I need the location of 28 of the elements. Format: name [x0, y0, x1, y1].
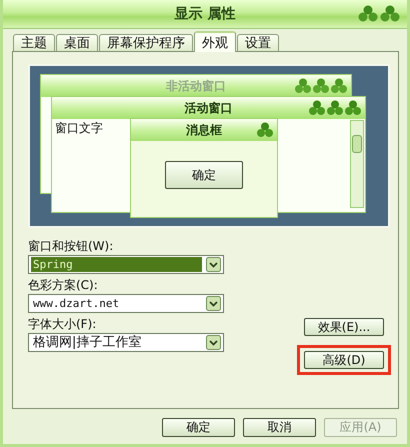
tab[interactable]: 屏幕保护程序: [99, 34, 193, 51]
clover-icon: [295, 78, 349, 94]
window-title: 活动窗口: [184, 100, 232, 116]
window-title: 非活动窗口: [166, 78, 226, 94]
dialog-button[interactable]: 确定: [162, 418, 235, 437]
side-button[interactable]: 效果(E)...: [304, 318, 384, 336]
dropdown[interactable]: Spring: [28, 255, 224, 274]
dropdown-value: www.dzart.net: [32, 296, 120, 311]
ok-button[interactable]: 确定: [165, 161, 243, 189]
field-label: 窗口和按钮(W):: [28, 238, 114, 255]
clover-icon: [358, 5, 402, 23]
field-label: 字体大小(F):: [28, 316, 98, 333]
tab[interactable]: 设置: [237, 34, 279, 51]
side-button[interactable]: 高级(D): [304, 351, 384, 369]
dropdown-value: 格调网|摔子工作室: [32, 335, 142, 350]
window-title: 消息框: [186, 122, 222, 138]
dropdown[interactable]: www.dzart.net: [28, 294, 224, 313]
window-title: 显示 属性: [174, 5, 236, 23]
dialog-button[interactable]: 取消: [243, 418, 316, 437]
tab[interactable]: 桌面: [56, 34, 98, 51]
tab[interactable]: 外观: [194, 31, 236, 52]
window-text: 窗口文字: [55, 120, 103, 137]
tab[interactable]: 主题: [13, 34, 55, 51]
field-label: 色彩方案(C):: [28, 277, 99, 294]
dropdown-value: Spring: [31, 257, 202, 272]
clover-icon: [257, 122, 275, 138]
clover-icon: [309, 100, 363, 116]
dropdown[interactable]: 格调网|摔子工作室: [28, 333, 224, 352]
